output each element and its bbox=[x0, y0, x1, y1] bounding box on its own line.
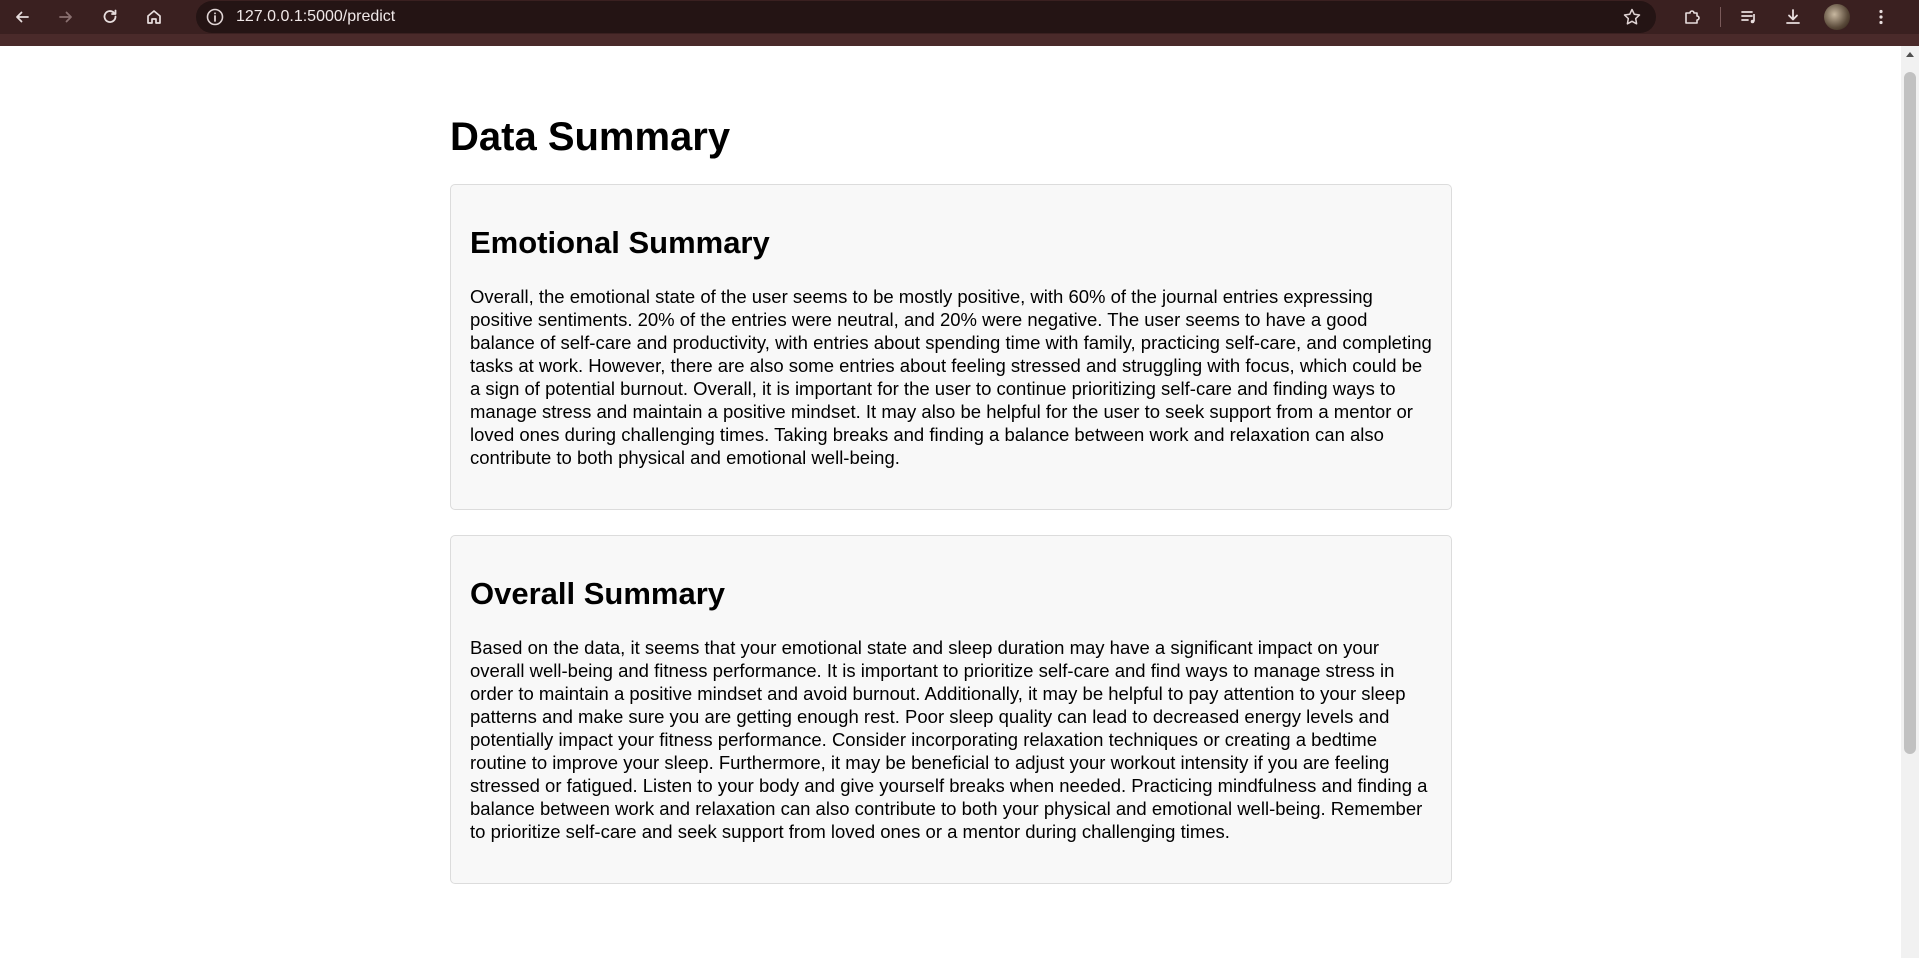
browser-toolbar: 127.0.0.1:5000/predict bbox=[0, 0, 1919, 34]
kebab-menu-icon bbox=[1879, 9, 1883, 25]
reload-button[interactable] bbox=[88, 0, 132, 34]
toolbar-separator bbox=[1720, 7, 1721, 27]
forward-arrow-icon bbox=[59, 11, 72, 23]
home-icon bbox=[147, 10, 161, 24]
section-body: Overall, the emotional state of the user… bbox=[470, 286, 1432, 468]
star-icon[interactable] bbox=[1622, 7, 1642, 27]
overall-summary-card: Overall Summary Based on the data, it se… bbox=[450, 535, 1452, 884]
playlist-icon bbox=[1741, 11, 1755, 24]
scroll-thumb[interactable] bbox=[1904, 72, 1916, 754]
page-content: Data Summary Emotional Summary Overall, … bbox=[450, 46, 1452, 884]
scroll-up-arrow-icon[interactable] bbox=[1906, 52, 1914, 57]
emotional-summary-card: Emotional Summary Overall, the emotional… bbox=[450, 184, 1452, 510]
home-button[interactable] bbox=[132, 0, 176, 34]
browser-menu-button[interactable] bbox=[1859, 0, 1903, 34]
section-body: Based on the data, it seems that your em… bbox=[470, 637, 1428, 842]
downloads-button[interactable] bbox=[1771, 0, 1815, 34]
extensions-button[interactable] bbox=[1670, 0, 1714, 34]
info-icon[interactable] bbox=[204, 6, 226, 28]
page-viewport: Data Summary Emotional Summary Overall, … bbox=[0, 46, 1901, 958]
section-heading: Overall Summary bbox=[470, 576, 726, 611]
media-button[interactable] bbox=[1727, 0, 1771, 34]
download-icon bbox=[1786, 9, 1800, 24]
back-button[interactable] bbox=[0, 0, 44, 34]
url-text[interactable]: 127.0.0.1:5000/predict bbox=[236, 8, 395, 26]
puzzle-icon bbox=[1685, 10, 1700, 24]
toolbar-actions bbox=[1670, 0, 1903, 34]
section-heading: Emotional Summary bbox=[470, 225, 770, 260]
page-scrollbar[interactable] bbox=[1901, 46, 1919, 958]
reload-icon bbox=[103, 9, 117, 23]
forward-button[interactable] bbox=[44, 0, 88, 34]
toolbar-strip bbox=[0, 34, 1919, 46]
page-title: Data Summary bbox=[450, 115, 731, 159]
profile-avatar[interactable] bbox=[1824, 4, 1850, 30]
back-arrow-icon bbox=[16, 11, 29, 23]
address-bar[interactable]: 127.0.0.1:5000/predict bbox=[196, 1, 1656, 33]
